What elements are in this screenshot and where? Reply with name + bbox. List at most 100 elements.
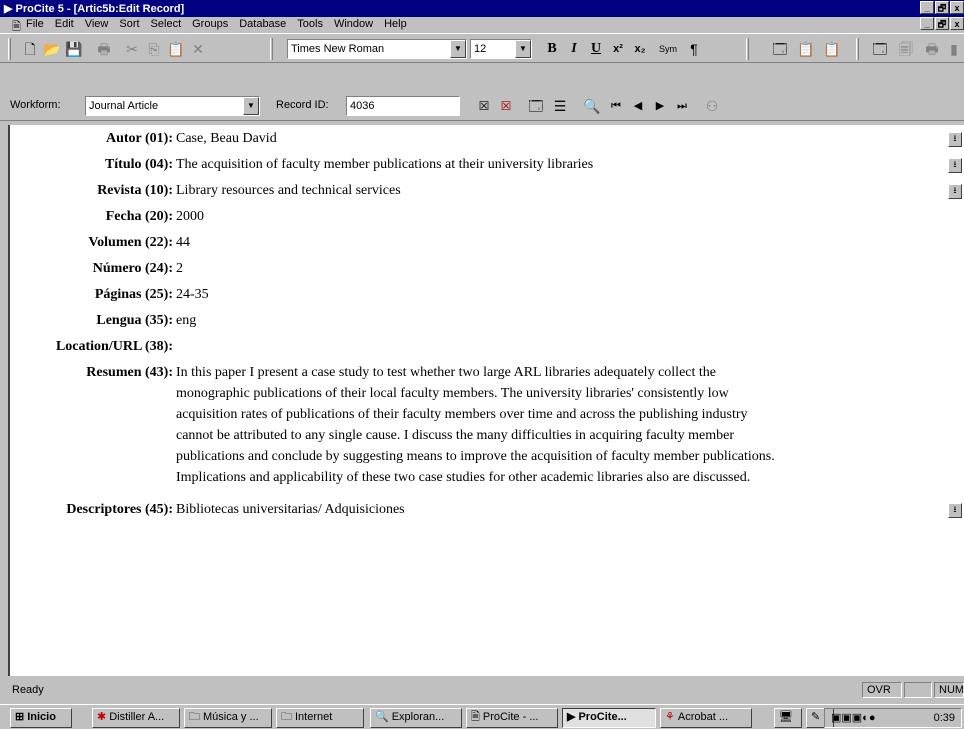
workform-value: Journal Article: [89, 100, 159, 112]
next-record-icon[interactable]: ▶: [650, 96, 670, 116]
task-procite-active[interactable]: ▶ ProCite...: [562, 708, 656, 728]
symbol-button[interactable]: Sym: [658, 39, 678, 59]
field-value[interactable]: 44: [176, 235, 190, 251]
record-id-field[interactable]: 4036: [346, 96, 460, 116]
expand-field-button[interactable]: ⭳: [948, 158, 962, 173]
toolbar-grip[interactable]: [8, 38, 11, 60]
record-editor: Autor (01): Case, Beau David ⭳ Título (0…: [8, 125, 964, 676]
edit-icon[interactable]: 🗔: [870, 39, 890, 59]
first-record-icon[interactable]: ⏮: [606, 96, 626, 116]
field-value[interactable]: Bibliotecas universitarias/ Adquisicione…: [176, 502, 405, 518]
desktop-icon: 🖥: [779, 711, 793, 723]
search-icon[interactable]: 🔍: [582, 96, 602, 116]
italic-button[interactable]: I: [564, 39, 584, 59]
unmark-record-icon[interactable]: ☒: [496, 96, 516, 116]
paragraph-button[interactable]: ¶: [684, 39, 704, 59]
network-icon[interactable]: ⚇: [702, 96, 722, 116]
chevron-down-icon[interactable]: ▼: [243, 97, 259, 115]
print-setup-icon[interactable]: ▮: [944, 39, 964, 59]
task-distiller[interactable]: ✱ Distiller A...: [92, 708, 180, 728]
abstract-line: cannot be attributed to any single cause…: [176, 428, 735, 443]
task-internet[interactable]: 🗀 Internet: [276, 708, 364, 728]
menu-tools[interactable]: Tools: [297, 18, 323, 30]
child-minimize-button[interactable]: _: [920, 17, 934, 30]
menu-window[interactable]: Window: [334, 18, 373, 30]
menu-groups[interactable]: Groups: [192, 18, 228, 30]
field-value[interactable]: 24-35: [176, 287, 209, 303]
document-icon: 🗎: [471, 711, 480, 723]
superscript-button[interactable]: x²: [608, 39, 628, 59]
save-icon[interactable]: 💾: [64, 39, 84, 59]
ovr-indicator: OVR: [862, 682, 902, 698]
child-maximize-button[interactable]: 🗗: [935, 17, 949, 30]
start-button[interactable]: ⊞ Inicio: [10, 708, 72, 728]
task-procite-doc[interactable]: 🗎 ProCite - ...: [466, 708, 558, 728]
tray-icons[interactable]: ▣▣▣◐●: [831, 711, 875, 724]
new-icon[interactable]: 🗋: [20, 39, 40, 59]
toolbar-grip[interactable]: [856, 38, 859, 60]
record-id-label: Record ID:: [276, 99, 329, 111]
field-value[interactable]: eng: [176, 313, 196, 329]
toolbar-grip[interactable]: [746, 38, 749, 60]
underline-button[interactable]: U: [586, 39, 606, 59]
font-name-select[interactable]: Times New Roman ▼: [287, 39, 467, 59]
quicklaunch-desktop[interactable]: 🖥: [774, 708, 802, 728]
menu-sort[interactable]: Sort: [119, 18, 139, 30]
field-value[interactable]: 2: [176, 261, 183, 277]
close-button[interactable]: x: [950, 1, 964, 14]
chevron-down-icon[interactable]: ▼: [450, 40, 466, 58]
child-close-button[interactable]: x: [950, 17, 964, 30]
open-folder-icon[interactable]: 📂: [42, 39, 62, 59]
menu-help[interactable]: Help: [384, 18, 407, 30]
list-view-icon[interactable]: ☰: [550, 96, 570, 116]
print-icon[interactable]: 🖶: [922, 39, 942, 59]
menu-file[interactable]: File: [26, 18, 44, 30]
paste-record-icon[interactable]: 📋: [822, 39, 842, 59]
font-size-value: 12: [474, 43, 487, 55]
chevron-down-icon[interactable]: ▼: [515, 40, 531, 58]
task-musica[interactable]: 🗀 Música y ...: [184, 708, 272, 728]
task-label: Exploran...: [391, 711, 445, 723]
taskbar: ⊞ Inicio ✱ Distiller A... 🗀 Música y ... 🗀 I…: [0, 704, 964, 729]
record-properties-icon[interactable]: 🗔: [526, 96, 546, 116]
previous-record-icon[interactable]: ◀: [628, 96, 648, 116]
field-value[interactable]: The acquisition of faculty member public…: [176, 157, 593, 173]
task-explorer[interactable]: 🔍 Exploran...: [370, 708, 462, 728]
copy-record-icon[interactable]: 📋: [796, 39, 816, 59]
last-record-icon[interactable]: ⏭: [672, 96, 692, 116]
preview-icon[interactable]: 🗐: [896, 39, 916, 59]
menu-select[interactable]: Select: [151, 18, 182, 30]
field-label: Páginas (25):: [94, 287, 173, 302]
expand-field-button[interactable]: ⭳: [948, 132, 962, 147]
properties-icon[interactable]: 🗔: [770, 39, 790, 59]
workform-label: Workform:: [10, 99, 61, 111]
field-value[interactable]: Library resources and technical services: [176, 183, 401, 199]
bold-button[interactable]: B: [542, 39, 562, 59]
toolbar-grip[interactable]: [270, 38, 273, 60]
workform-select[interactable]: Journal Article ▼: [85, 96, 260, 116]
copy-icon[interactable]: ⎘: [144, 39, 164, 59]
menu-edit[interactable]: Edit: [55, 18, 74, 30]
mark-record-icon[interactable]: ☒: [474, 96, 494, 116]
minimize-button[interactable]: _: [920, 1, 934, 14]
cut-icon[interactable]: ✂: [122, 39, 142, 59]
field-value[interactable]: 2000: [176, 209, 204, 225]
explorer-icon: 🔍: [375, 711, 389, 723]
expand-field-button[interactable]: ⭳: [948, 184, 962, 199]
print-icon[interactable]: 🖶: [94, 39, 114, 59]
folder-icon: 🗀: [189, 711, 200, 723]
field-resumen[interactable]: Resumen (43): In this paper I present a …: [10, 365, 948, 495]
task-label: ProCite - ...: [482, 711, 539, 723]
task-acrobat[interactable]: ⚘ Acrobat ...: [660, 708, 752, 728]
font-size-select[interactable]: 12 ▼: [470, 39, 532, 59]
delete-icon[interactable]: ✕: [188, 39, 208, 59]
expand-field-button[interactable]: ⭳: [948, 503, 962, 518]
menu-bar: 🗎 File Edit View Sort Select Groups Data…: [0, 17, 964, 33]
abstract-line: monographic publications of their local …: [176, 386, 729, 401]
maximize-button[interactable]: 🗗: [935, 1, 949, 14]
field-value[interactable]: Case, Beau David: [176, 131, 277, 147]
subscript-button[interactable]: x₂: [630, 39, 650, 59]
menu-view[interactable]: View: [85, 18, 109, 30]
paste-icon[interactable]: 📋: [166, 39, 186, 59]
menu-database[interactable]: Database: [239, 18, 286, 30]
